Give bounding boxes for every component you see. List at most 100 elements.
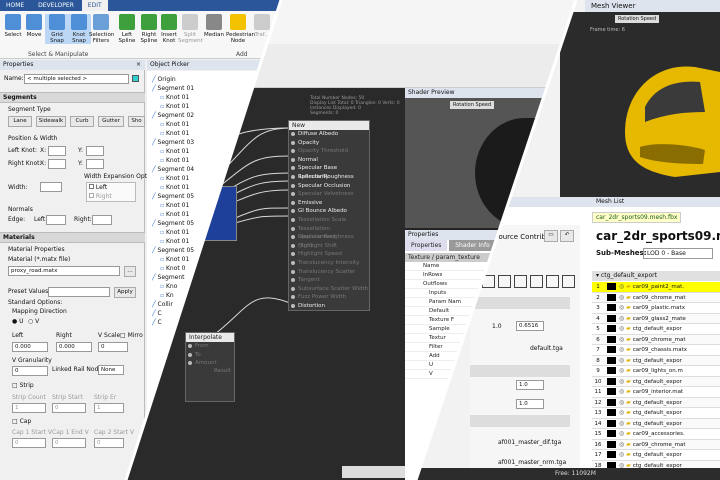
node-input-pin[interactable]: Tangent (289, 276, 369, 285)
source-button-1[interactable]: ▭ (544, 230, 558, 242)
color-swatch-icon[interactable] (607, 409, 616, 416)
tree-knot[interactable]: ▫ Knot 01 (150, 255, 194, 264)
name-field[interactable]: < multiple selected > (24, 74, 129, 84)
mesh-row[interactable]: 8 ◎ ▰ ctg_default_expor (592, 355, 720, 366)
interp-pin-result[interactable]: Result (186, 368, 234, 374)
mesh-rotation-speed[interactable]: Rotation Speed (615, 15, 660, 23)
linked-rail-select[interactable]: None (98, 365, 124, 375)
strip-count-field[interactable]: 1 (12, 403, 46, 413)
value-3-field[interactable]: 1.0 (516, 380, 544, 390)
mirror-check[interactable]: □ Mirro (120, 332, 143, 339)
mesh-row[interactable]: 6 ◎ ▰ car09_chrome_mat (592, 334, 720, 345)
mesh-row[interactable]: 17 ◎ ▰ ctg_default_expor (592, 450, 720, 461)
node-input-pin[interactable]: Translucency Intensity (289, 259, 369, 268)
tool-icon-4[interactable] (530, 275, 543, 288)
cap1-start-field[interactable]: 0 (12, 438, 46, 448)
color-swatch-icon[interactable] (607, 293, 616, 301)
right-knot-y-field[interactable] (86, 159, 104, 169)
color-swatch-icon[interactable] (607, 419, 616, 427)
tab-edit[interactable]: EDIT (81, 0, 108, 11)
tree-segment[interactable]: ╱ Segment 05 (150, 246, 194, 255)
tab-properties[interactable]: Properties (405, 240, 448, 251)
mesh-viewport[interactable]: Rotation Speed Frame time: 6 (560, 12, 720, 197)
value-2-field[interactable]: 0.6516 (516, 321, 544, 331)
tab-shader-info[interactable]: Shader Info (449, 240, 496, 251)
sidewalk-button[interactable]: Sidewalk (36, 116, 66, 127)
mesh-row[interactable]: 11 ◎ ▰ car09_interior.mat (592, 387, 720, 398)
median-button[interactable]: Median (202, 14, 226, 38)
left-checkbox[interactable] (89, 184, 94, 189)
node-input-pin[interactable]: Specular Occlusion (289, 182, 369, 191)
mesh-row[interactable]: 13 ◎ ▰ ctg_default_expor (592, 408, 720, 419)
color-swatch-icon[interactable] (607, 430, 616, 437)
node-input-pin[interactable]: Normal (289, 156, 369, 165)
mapping-u-radio[interactable]: ● U (12, 318, 24, 325)
strip-start-field[interactable]: 0 (52, 403, 86, 413)
tree-knot[interactable]: ▫ Knot 01 (150, 237, 194, 246)
pedestrian-node-button[interactable]: Pedestrian Node (226, 14, 255, 44)
mesh-row[interactable]: 7 ◎ ▰ car09_chassis.matx (592, 345, 720, 356)
mesh-row[interactable]: 5 ◎ ▰ ctg_default_expor (592, 324, 720, 335)
node-input-pin[interactable]: Subsurface Scatter Width (289, 285, 369, 294)
v-granularity-field[interactable]: 0 (12, 366, 48, 376)
tree-segment[interactable]: ╱ Segment 03 (150, 138, 194, 147)
tree-knot[interactable]: ▫ Knot 01 (150, 156, 194, 165)
color-swatch-icon[interactable] (607, 451, 616, 458)
left-check[interactable]: Left (89, 184, 107, 191)
gutter-button[interactable]: Gutter (98, 116, 124, 127)
tree-segment[interactable]: ╱ Segment 04 (150, 165, 194, 174)
mesh-file-tab[interactable]: car_2dr_sports09.mesh.fbx (592, 212, 682, 223)
split-segment-button[interactable]: Split Segment (178, 14, 203, 44)
mesh-row[interactable]: 15 ◎ ▰ car09_accessories. (592, 429, 720, 440)
cap1-end-field[interactable]: 0 (52, 438, 86, 448)
node-input-pin[interactable]: Highlight Speed (289, 250, 369, 259)
tab-developer[interactable]: DEVELOPER (32, 0, 80, 11)
color-swatch-icon[interactable] (607, 356, 616, 364)
output-node[interactable]: New Diffuse Albedo Opacity Opacity Thresho… (288, 120, 370, 312)
node-input-pin[interactable]: Opacity Threshold (289, 147, 369, 156)
right-checkbox[interactable] (89, 193, 94, 198)
edge-left-field[interactable] (46, 215, 66, 225)
tool-icon-5[interactable] (546, 275, 559, 288)
value-4-field[interactable]: 1.0 (516, 399, 544, 409)
tree-knot[interactable]: ▫ Knot 0 (150, 264, 194, 273)
node-input-pin[interactable]: Highlight Shift (289, 242, 369, 251)
cap2-start-field[interactable]: 0 (94, 438, 124, 448)
node-input-pin[interactable]: Distortion (289, 302, 369, 311)
tree-segment[interactable]: ╱ Segment 01 (150, 84, 194, 93)
tree-knot[interactable]: ▫ Kno (150, 282, 194, 291)
shader-rotation-speed[interactable]: Rotation Speed (450, 101, 495, 109)
node-input-pin[interactable]: Specular Roughness (2nd) (289, 233, 369, 249)
node-input-pin[interactable]: Tessellation Displacement (289, 225, 369, 240)
left-spline-button[interactable]: Left Spline (115, 14, 139, 44)
tree-knot[interactable]: ▫ Knot 01 (150, 147, 194, 156)
color-swatch-icon[interactable] (607, 283, 616, 290)
node-input-pin[interactable]: Tessellation Scale (289, 216, 369, 225)
right-offset-field[interactable]: 0.000 (56, 342, 92, 352)
tree-segment[interactable]: ╱ Origin (150, 75, 194, 84)
mesh-row[interactable]: 14 ◎ ▰ ctg_default_expor (592, 418, 720, 429)
edge-right-field[interactable] (92, 215, 112, 225)
mesh-row[interactable]: 16 ◎ ▰ car09_chrome_mat (592, 439, 720, 450)
left-knot-y-field[interactable] (86, 146, 104, 156)
cap-check[interactable]: □ Cap (12, 418, 31, 425)
node-input-pin[interactable]: GI Bounce Albedo (289, 207, 369, 216)
mesh-row[interactable]: 12 ◎ ▰ ctg_default_expor (592, 397, 720, 408)
color-swatch-icon[interactable] (607, 377, 616, 385)
color-swatch-icon[interactable] (607, 335, 616, 343)
color-swatch-icon[interactable] (607, 440, 616, 448)
selection-filters-button[interactable]: Selection Filters (89, 14, 114, 44)
traffic-button[interactable]: Traf... (250, 14, 274, 38)
tree-segment[interactable]: ╱ Segment 05 (150, 219, 194, 228)
curb-button[interactable]: Curb (70, 116, 94, 127)
lane-button[interactable]: Lane (8, 116, 32, 127)
color-swatch-icon[interactable] (607, 367, 616, 374)
materials-header[interactable]: Materials (0, 232, 145, 243)
node-input-pin[interactable]: Diffuse Albedo (289, 130, 369, 139)
tree-knot[interactable]: ▫ Knot 01 (150, 228, 194, 237)
tree-segment[interactable]: ╱ Segment (150, 273, 194, 282)
node-input-pin[interactable]: Opacity (289, 139, 369, 148)
right-check[interactable]: Right (89, 193, 112, 200)
knot-snap-button[interactable]: Knot Snap (67, 14, 91, 44)
width-field[interactable] (40, 182, 62, 192)
